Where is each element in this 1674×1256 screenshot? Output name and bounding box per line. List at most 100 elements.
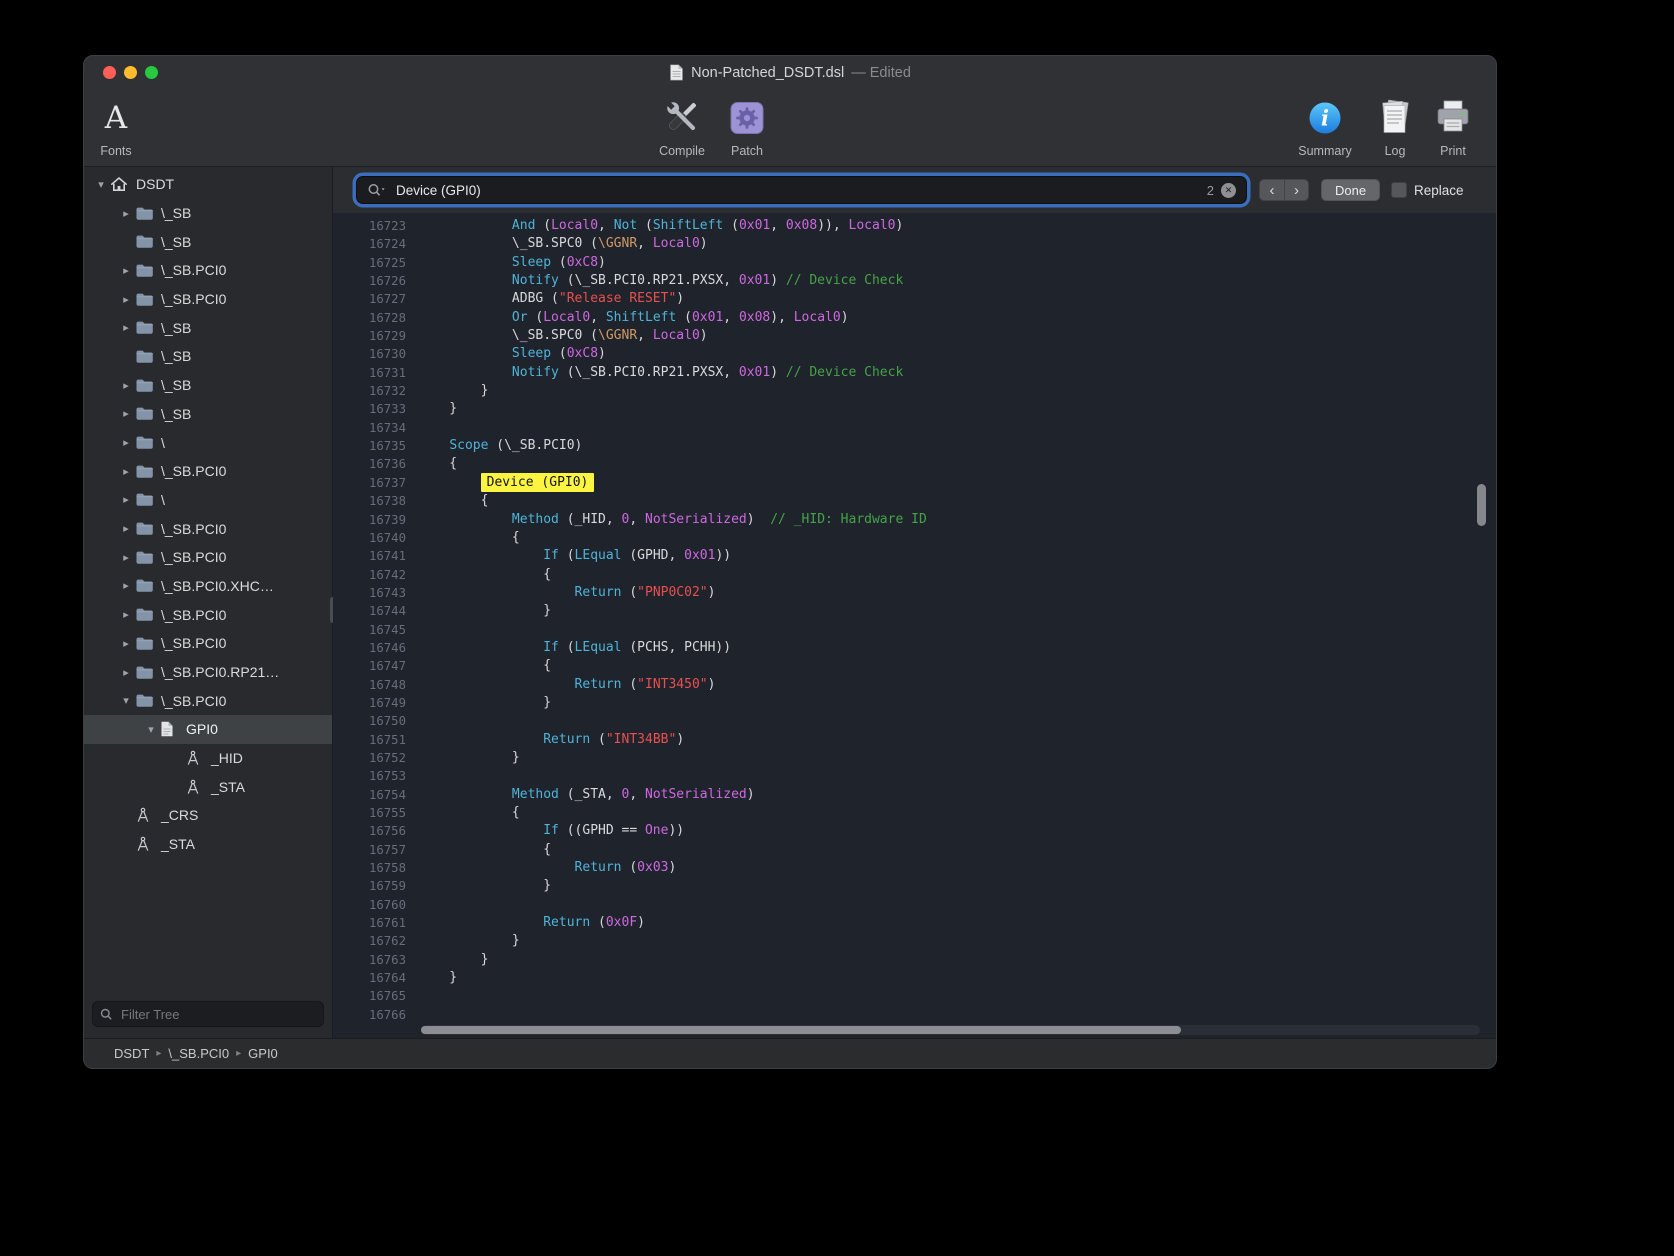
tree-item-sb[interactable]: ▸\_SB [84, 371, 332, 400]
replace-checkbox[interactable] [1391, 182, 1407, 198]
code-line[interactable]: 16764 } [333, 969, 1496, 987]
tree-item-sb[interactable]: \_SB [84, 227, 332, 256]
code-line[interactable]: 16730 Sleep (0xC8) [333, 345, 1496, 363]
breadcrumb-item[interactable]: \_SB.PCI0 [165, 1046, 232, 1061]
disclosure-triangle[interactable]: ▸ [117, 293, 135, 306]
disclosure-triangle[interactable]: ▸ [117, 551, 135, 564]
tree-item-sta[interactable]: _STA [84, 772, 332, 801]
disclosure-triangle[interactable]: ▸ [117, 579, 135, 592]
code-line[interactable]: 16738 { [333, 492, 1496, 510]
disclosure-triangle[interactable]: ▸ [117, 264, 135, 277]
code-line[interactable]: 16741 If (LEqual (GPHD, 0x01)) [333, 547, 1496, 565]
disclosure-triangle[interactable]: ▸ [117, 637, 135, 650]
vertical-scrollbar-thumb[interactable] [1477, 484, 1486, 526]
code-line[interactable]: 16763 } [333, 951, 1496, 969]
code-line[interactable]: 16728 Or (Local0, ShiftLeft (0x01, 0x08)… [333, 309, 1496, 327]
tree-item-sb[interactable]: ▸\_SB [84, 313, 332, 342]
disclosure-triangle[interactable]: ▸ [117, 321, 135, 334]
tree-item-sta[interactable]: _STA [84, 830, 332, 859]
code-line[interactable]: 16739 Method (_HID, 0, NotSerialized) //… [333, 511, 1496, 529]
code-line[interactable]: 16753 [333, 767, 1496, 785]
code-line[interactable]: 16745 [333, 621, 1496, 639]
tree-item-crs[interactable]: _CRS [84, 801, 332, 830]
done-button[interactable]: Done [1321, 179, 1380, 201]
code-line[interactable]: 16761 Return (0x0F) [333, 914, 1496, 932]
disclosure-triangle[interactable]: ▸ [117, 436, 135, 449]
tree-item-sb-pci0[interactable]: ▸\_SB.PCI0 [84, 600, 332, 629]
disclosure-triangle[interactable]: ▸ [117, 465, 135, 478]
code-line[interactable]: 16766 [333, 1006, 1496, 1024]
search-icon[interactable] [367, 183, 387, 197]
tree-item-sb-pci0[interactable]: ▸\_SB.PCI0 [84, 629, 332, 658]
code-line[interactable]: 16733 } [333, 400, 1496, 418]
code-line[interactable]: 16726 Notify (\_SB.PCI0.RP21.PXSX, 0x01)… [333, 272, 1496, 290]
disclosure-triangle[interactable]: ▸ [117, 608, 135, 621]
code-line[interactable]: 16765 [333, 987, 1496, 1005]
code-line[interactable]: 16752 } [333, 749, 1496, 767]
tree-item-sb-pci0-rp21[interactable]: ▸\_SB.PCI0.RP21… [84, 658, 332, 687]
disclosure-triangle[interactable]: ▸ [117, 379, 135, 392]
disclosure-triangle[interactable]: ▸ [117, 493, 135, 506]
code-line[interactable]: 16744 } [333, 602, 1496, 620]
code-line[interactable]: 16762 } [333, 932, 1496, 950]
code-line[interactable]: 16755 { [333, 804, 1496, 822]
tree-item-sb-pci0[interactable]: ▸\_SB.PCI0 [84, 256, 332, 285]
code-line[interactable]: 16725 Sleep (0xC8) [333, 254, 1496, 272]
code-line[interactable]: 16742 { [333, 566, 1496, 584]
code-line[interactable]: 16732 } [333, 382, 1496, 400]
horizontal-scrollbar-thumb[interactable] [421, 1026, 1181, 1035]
tree-item-sb-pci0[interactable]: ▸\_SB.PCI0 [84, 457, 332, 486]
code-line[interactable]: 16736 { [333, 455, 1496, 473]
code-line[interactable]: 16757 { [333, 841, 1496, 859]
close-button[interactable] [103, 66, 116, 79]
code-line[interactable]: 16758 Return (0x03) [333, 859, 1496, 877]
tree-item-dsdt[interactable]: ▾DSDT [84, 170, 332, 199]
tree-item-sb[interactable]: \_SB [84, 342, 332, 371]
previous-result-button[interactable]: ‹ [1259, 179, 1284, 201]
clear-search-icon[interactable]: ✕ [1221, 183, 1236, 198]
find-field[interactable]: 2 ✕ [356, 176, 1247, 204]
code-editor[interactable]: 16723 And (Local0, Not (ShiftLeft (0x01,… [333, 213, 1496, 1038]
next-result-button[interactable]: › [1284, 179, 1309, 201]
print-toolbar-button[interactable]: Print [1408, 95, 1497, 158]
disclosure-triangle[interactable]: ▸ [117, 522, 135, 535]
filter-tree-field[interactable] [92, 1001, 324, 1027]
code-line[interactable]: 16760 [333, 896, 1496, 914]
code-line[interactable]: 16747 { [333, 657, 1496, 675]
code-line[interactable]: 16749 } [333, 694, 1496, 712]
disclosure-triangle[interactable]: ▸ [117, 207, 135, 220]
breadcrumb-item[interactable]: GPI0 [245, 1046, 281, 1061]
tree-item-sb[interactable]: ▸\_SB [84, 400, 332, 429]
tree-item-[interactable]: ▸\ [84, 486, 332, 515]
horizontal-scrollbar-track[interactable] [421, 1025, 1480, 1035]
code-line[interactable]: 16746 If (LEqual (PCHS, PCHH)) [333, 639, 1496, 657]
tree-item-sb-pci0[interactable]: ▸\_SB.PCI0 [84, 285, 332, 314]
tree-item-gpi0[interactable]: ▾GPI0 [84, 715, 332, 744]
code-line[interactable]: 16729 \_SB.SPC0 (\GGNR, Local0) [333, 327, 1496, 345]
code-line[interactable]: 16743 Return ("PNP0C02") [333, 584, 1496, 602]
code-line[interactable]: 16727 ADBG ("Release RESET") [333, 290, 1496, 308]
code-line[interactable]: 16754 Method (_STA, 0, NotSerialized) [333, 786, 1496, 804]
tree-item-sb-pci0[interactable]: ▸\_SB.PCI0 [84, 514, 332, 543]
code-line[interactable]: 16735 Scope (\_SB.PCI0) [333, 437, 1496, 455]
patch-toolbar-button[interactable]: Patch [702, 95, 792, 158]
code-line[interactable]: 16756 If ((GPHD == One)) [333, 822, 1496, 840]
filter-tree-input[interactable] [119, 1006, 316, 1023]
code-line[interactable]: 16740 { [333, 529, 1496, 547]
code-line[interactable]: 16748 Return ("INT3450") [333, 676, 1496, 694]
tree-item-[interactable]: ▸\ [84, 428, 332, 457]
code-line[interactable]: 16737 Device (GPI0) [333, 474, 1496, 492]
disclosure-triangle[interactable]: ▾ [92, 178, 110, 191]
code-line[interactable]: 16751 Return ("INT34BB") [333, 731, 1496, 749]
code-line[interactable]: 16731 Notify (\_SB.PCI0.RP21.PXSX, 0x01)… [333, 364, 1496, 382]
disclosure-triangle[interactable]: ▾ [117, 694, 135, 707]
minimize-button[interactable] [124, 66, 137, 79]
zoom-button[interactable] [145, 66, 158, 79]
disclosure-triangle[interactable]: ▾ [142, 723, 160, 736]
code-line[interactable]: 16723 And (Local0, Not (ShiftLeft (0x01,… [333, 217, 1496, 235]
tree-item-sb-pci0[interactable]: ▸\_SB.PCI0 [84, 543, 332, 572]
tree-item-hid[interactable]: _HID [84, 744, 332, 773]
code-line[interactable]: 16750 [333, 712, 1496, 730]
disclosure-triangle[interactable]: ▸ [117, 666, 135, 679]
tree-item-sb-pci0[interactable]: ▾\_SB.PCI0 [84, 686, 332, 715]
